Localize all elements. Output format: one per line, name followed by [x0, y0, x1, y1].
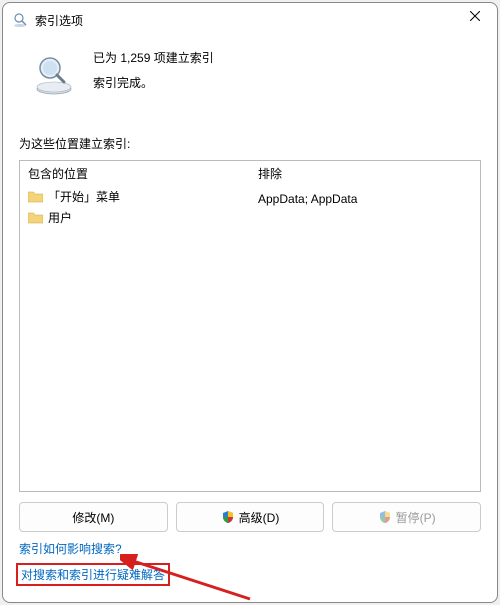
content-area: 已为 1,259 项建立索引 索引完成。 为这些位置建立索引: 包含的位置 「开…: [3, 37, 497, 602]
help-link[interactable]: 索引如何影响搜索?: [19, 540, 122, 557]
locations-label: 为这些位置建立索引:: [19, 135, 481, 152]
shield-icon: [221, 510, 235, 524]
list-item[interactable]: 用户: [20, 207, 250, 228]
magnifier-icon: [33, 53, 75, 95]
status-text: 已为 1,259 项建立索引 索引完成。: [93, 49, 214, 99]
titlebar-left: 索引选项: [13, 12, 83, 29]
included-header[interactable]: 包含的位置: [20, 161, 250, 186]
included-column: 包含的位置 「开始」菜单 用户: [20, 161, 250, 491]
list-item[interactable]: 「开始」菜单: [20, 186, 250, 207]
excluded-column: 排除 AppData; AppData: [250, 161, 480, 491]
status-section: 已为 1,259 项建立索引 索引完成。: [19, 43, 481, 119]
location-name: 「开始」菜单: [48, 188, 120, 205]
window-title: 索引选项: [35, 12, 83, 29]
advanced-label: 高级(D): [239, 509, 280, 526]
close-button[interactable]: [453, 3, 497, 31]
folder-icon: [28, 212, 43, 224]
indexing-icon: [13, 12, 29, 28]
modify-button[interactable]: 修改(M): [19, 502, 168, 532]
modify-label: 修改(M): [72, 509, 114, 526]
location-name: 用户: [48, 209, 72, 226]
shield-icon: [378, 510, 392, 524]
excluded-value: AppData; AppData: [250, 190, 480, 208]
locations-list[interactable]: 包含的位置 「开始」菜单 用户: [19, 160, 481, 492]
pause-label: 暂停(P): [396, 509, 436, 526]
button-row: 修改(M) 高级(D): [19, 502, 481, 532]
links-section: 索引如何影响搜索? 对搜索和索引进行疑难解答: [19, 540, 481, 586]
excluded-header[interactable]: 排除: [250, 161, 480, 186]
close-icon: [470, 10, 480, 24]
advanced-button[interactable]: 高级(D): [176, 502, 325, 532]
index-status: 索引完成。: [93, 74, 214, 91]
indexed-count: 已为 1,259 项建立索引: [93, 49, 214, 66]
troubleshoot-link[interactable]: 对搜索和索引进行疑难解答: [16, 563, 170, 586]
folder-icon: [28, 191, 43, 203]
titlebar: 索引选项: [3, 3, 497, 37]
pause-button: 暂停(P): [332, 502, 481, 532]
indexing-options-window: 索引选项 已为 1,259 项建: [2, 2, 498, 603]
